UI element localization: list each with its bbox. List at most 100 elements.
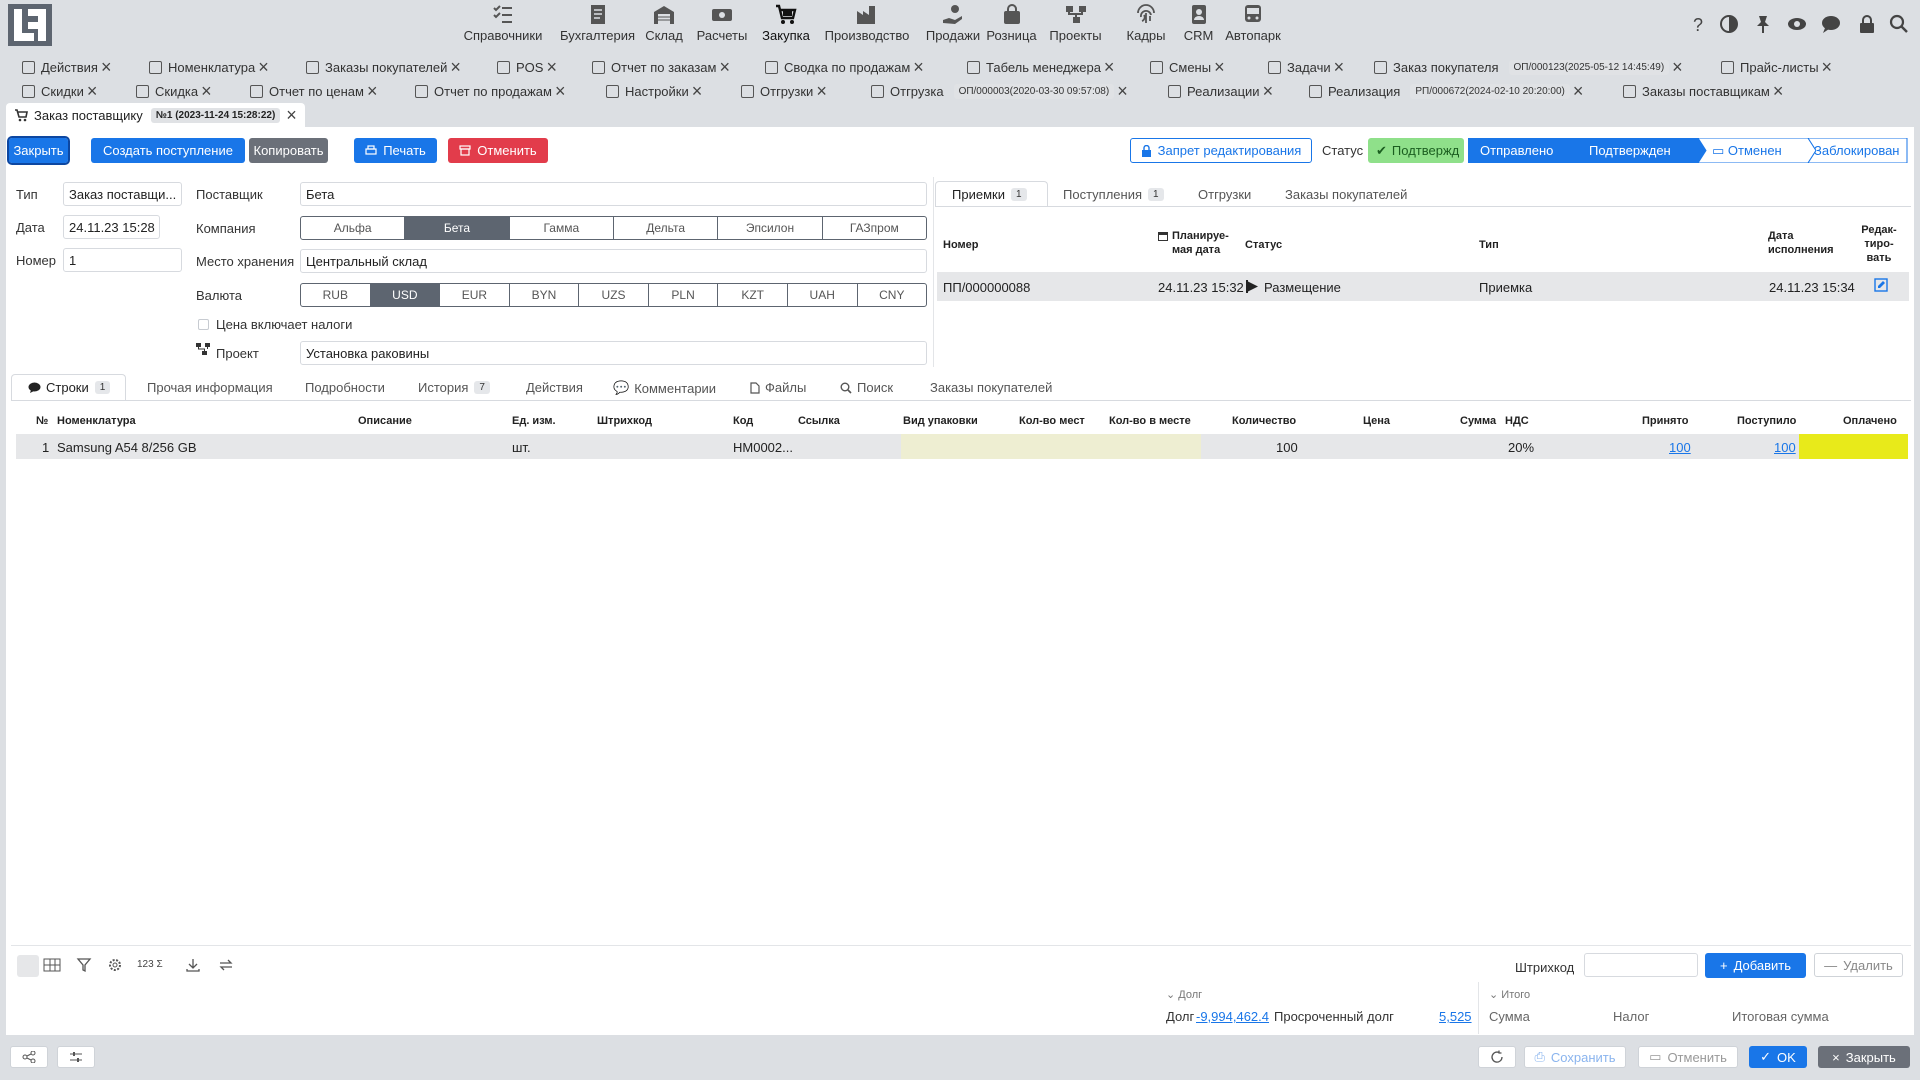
lock-icon[interactable]	[1856, 13, 1878, 35]
step-blocked[interactable]: Заблокирован	[1814, 143, 1899, 158]
total-section-header[interactable]: ⌄ Итого	[1489, 988, 1530, 1001]
table-row[interactable]	[937, 272, 1909, 301]
tax-checkbox[interactable]	[198, 319, 209, 330]
close-icon[interactable]: ×	[1214, 58, 1225, 76]
number-field[interactable]: 1	[63, 248, 182, 272]
doc-tab[interactable]: Реализация РП/000672(2024-02-10 20:20:00)…	[1309, 81, 1583, 101]
company-option[interactable]: Бета	[405, 217, 510, 239]
company-option[interactable]: Гамма	[510, 217, 614, 239]
doc-tab[interactable]: Отгрузка ОП/000003(2020-03-30 09:57:08) ×	[871, 81, 1128, 101]
nav-item-5[interactable]: Производство	[819, 2, 915, 48]
cancel-button[interactable]: Отменить	[448, 138, 548, 163]
search-icon[interactable]	[1888, 13, 1910, 35]
type-field[interactable]: Заказ поставщи...	[63, 182, 182, 206]
tab-incomings[interactable]: Поступления 1	[1063, 187, 1164, 202]
close-icon[interactable]: ×	[1117, 82, 1128, 100]
project-field[interactable]: Установка раковины	[300, 341, 927, 365]
nav-item-2[interactable]: Склад	[641, 2, 687, 48]
debt-value[interactable]: -9,994,462.4	[1196, 1009, 1269, 1024]
nav-item-1[interactable]: Бухгалтерия	[556, 2, 639, 48]
gear-icon[interactable]	[107, 957, 123, 973]
tab-receipts[interactable]: Приемки 1	[952, 187, 1027, 202]
company-option[interactable]: Эпсилон	[718, 217, 823, 239]
debt-section-header[interactable]: ⌄ Долг	[1166, 988, 1202, 1001]
close-icon[interactable]: ×	[546, 58, 557, 76]
close-icon[interactable]: ×	[1104, 58, 1115, 76]
close-icon[interactable]: ×	[719, 58, 730, 76]
close-icon[interactable]: ×	[258, 58, 269, 76]
step-cancelled[interactable]: ▭ Отменен	[1712, 143, 1782, 159]
company-option[interactable]: Дельта	[614, 217, 719, 239]
tab-customer-orders[interactable]: Заказы покупателей	[1285, 187, 1407, 202]
currency-option[interactable]: KZT	[718, 284, 788, 306]
doc-tab[interactable]: Реализации ×	[1168, 81, 1273, 101]
step-sent[interactable]: Отправлено	[1480, 143, 1553, 158]
close-icon[interactable]: ×	[816, 82, 827, 100]
tab-details[interactable]: Подробности	[305, 380, 385, 395]
barcode-input[interactable]	[1584, 953, 1698, 977]
doc-tab[interactable]: Скидка ×	[136, 81, 212, 101]
close-icon[interactable]: ×	[555, 82, 566, 100]
nav-item-0[interactable]: Справочники	[459, 2, 547, 48]
storage-field[interactable]: Центральный склад	[300, 249, 927, 273]
pack-cells[interactable]	[901, 434, 1201, 459]
doc-tab[interactable]: Отчет по ценам ×	[250, 81, 377, 101]
paid-cell[interactable]	[1799, 434, 1908, 459]
doc-tab[interactable]: Настройки ×	[606, 81, 702, 101]
settings-button[interactable]	[57, 1046, 95, 1068]
close-button[interactable]: Закрыть	[7, 136, 70, 165]
currency-option[interactable]: BYN	[510, 284, 580, 306]
doc-tab[interactable]: Заказы поставщикам ×	[1623, 81, 1783, 101]
line-accepted-link[interactable]: 100	[1669, 440, 1691, 455]
doc-tab[interactable]: Номенклатура ×	[149, 57, 269, 77]
share-button[interactable]	[10, 1046, 48, 1068]
company-option[interactable]: ГАЗпром	[823, 217, 926, 239]
cancel-changes-button[interactable]: ▭ Отменить	[1638, 1046, 1738, 1068]
contrast-icon[interactable]	[1718, 13, 1740, 35]
eye-icon[interactable]	[1786, 13, 1808, 35]
doc-tab[interactable]: Отчет по продажам ×	[415, 81, 566, 101]
close-icon[interactable]: ×	[101, 58, 112, 76]
tab-shipments[interactable]: Отгрузки	[1198, 187, 1251, 202]
close-icon[interactable]: ×	[367, 82, 378, 100]
reload-button[interactable]	[1478, 1046, 1516, 1068]
create-receipt-button[interactable]: Создать поступление	[91, 138, 245, 163]
close-icon[interactable]: ×	[1263, 82, 1274, 100]
nav-item-8[interactable]: Проекты	[1044, 2, 1107, 48]
close-icon[interactable]: ×	[87, 82, 98, 100]
tab-history[interactable]: История 7	[418, 380, 490, 395]
doc-tab[interactable]: Отгрузки ×	[741, 81, 827, 101]
tab-search[interactable]: Поиск	[840, 380, 893, 395]
list-view-icon[interactable]	[17, 955, 39, 977]
tab-other-info[interactable]: Прочая информация	[147, 380, 273, 395]
refresh-icon[interactable]	[217, 957, 235, 973]
tab-lines[interactable]: Строки 1	[28, 380, 111, 395]
doc-tab[interactable]: Заказ покупателя ОП/000123(2025-05-12 14:…	[1374, 57, 1683, 77]
add-button[interactable]: + Добавить	[1705, 953, 1806, 978]
grid-view-icon[interactable]	[43, 957, 61, 973]
nav-item-9[interactable]: Кадры	[1123, 2, 1169, 48]
step-confirmed[interactable]: Подтвержден	[1589, 143, 1671, 158]
close-icon[interactable]: ×	[450, 58, 461, 76]
nav-item-7[interactable]: Розница	[980, 2, 1043, 48]
doc-tab[interactable]: Скидки ×	[22, 81, 97, 101]
nav-item-11[interactable]: Автопарк	[1220, 2, 1286, 48]
print-button[interactable]: Печать	[354, 138, 437, 163]
tab-customer-orders-bottom[interactable]: Заказы покупателей	[930, 380, 1052, 395]
close-icon[interactable]: ×	[1334, 58, 1345, 76]
edit-icon[interactable]	[1874, 278, 1888, 292]
overdue-value[interactable]: 5,525	[1439, 1009, 1472, 1024]
doc-tab[interactable]: Действия ×	[22, 57, 111, 77]
doc-tab[interactable]: Отчет по заказам ×	[592, 57, 730, 77]
nav-item-4[interactable]: Закупка	[757, 2, 815, 48]
app-logo[interactable]	[8, 4, 52, 46]
currency-option[interactable]: UAH	[788, 284, 858, 306]
sum-toggle[interactable]: 123 Σ	[137, 959, 163, 970]
currency-option[interactable]: RUB	[301, 284, 371, 306]
nav-item-3[interactable]: Расчеты	[692, 2, 752, 48]
doc-tab[interactable]: Задачи ×	[1268, 57, 1344, 77]
pin-icon[interactable]	[1752, 13, 1774, 35]
line-received-link[interactable]: 100	[1774, 440, 1796, 455]
supplier-field[interactable]: Бета	[300, 182, 927, 206]
close-icon[interactable]: ×	[1672, 58, 1683, 76]
